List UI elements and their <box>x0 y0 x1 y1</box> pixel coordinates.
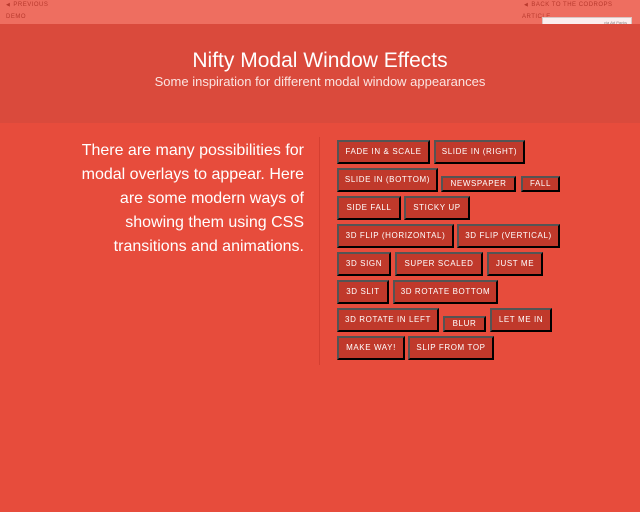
page-subtitle: Some inspiration for different modal win… <box>154 74 486 89</box>
slide-in-right-button[interactable]: Slide in (right) <box>434 140 525 164</box>
blur-button[interactable]: Blur <box>443 316 486 332</box>
3d-flip-vertical-button[interactable]: 3D Flip (vertical) <box>457 224 560 248</box>
slip-from-top-button[interactable]: Slip from top <box>408 336 494 360</box>
make-way-button[interactable]: Make way! <box>337 336 405 360</box>
3d-rotate-bottom-button[interactable]: 3D Rotate Bottom <box>393 280 498 304</box>
3d-rotate-in-left-button[interactable]: 3D Rotate In Left <box>337 308 439 332</box>
column-divider <box>319 137 320 365</box>
intro-text: There are many possibilities for modal o… <box>81 142 304 255</box>
fall-button[interactable]: Fall <box>521 176 560 192</box>
demo-link[interactable]: Demo <box>6 13 26 21</box>
previous-icon: ◀ <box>6 2 11 8</box>
fade-in-scale-button[interactable]: Fade in & Scale <box>337 140 430 164</box>
slide-in-bottom-button[interactable]: Slide in (bottom) <box>337 168 438 192</box>
3d-flip-horizontal-button[interactable]: 3D Flip (horizontal) <box>337 224 454 248</box>
back-label: Back to the Codrops <box>531 2 613 8</box>
back-to-codrops-link[interactable]: ◀ Back to the Codrops <box>524 1 613 9</box>
previous-label: Previous <box>13 2 49 8</box>
demo-label: Demo <box>6 14 26 20</box>
sticky-up-button[interactable]: Sticky Up <box>404 196 470 220</box>
just-me-button[interactable]: Just Me <box>487 252 543 276</box>
page-title: Nifty Modal Window Effects <box>192 49 448 72</box>
page-header: Nifty Modal Window Effects Some inspirat… <box>0 24 640 123</box>
newspaper-button[interactable]: Newspaper <box>441 176 516 192</box>
3d-sign-button[interactable]: 3D Sign <box>337 252 391 276</box>
side-fall-button[interactable]: Side Fall <box>337 196 401 220</box>
let-me-in-button[interactable]: Let me in <box>490 308 552 332</box>
super-scaled-button[interactable]: Super Scaled <box>395 252 483 276</box>
back-icon: ◀ <box>524 2 529 8</box>
3d-slit-button[interactable]: 3D Slit <box>337 280 389 304</box>
previous-demo-link[interactable]: ◀ Previous <box>6 1 48 9</box>
